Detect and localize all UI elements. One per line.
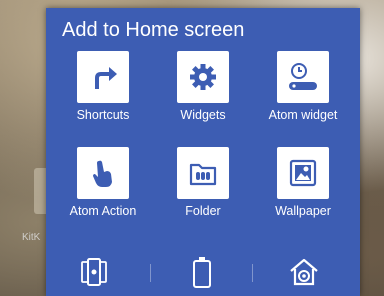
folder-icon [177, 147, 229, 199]
atom-action-option[interactable]: Atom Action [51, 147, 155, 237]
touch-hand-icon [77, 147, 129, 199]
shortcuts-option[interactable]: Shortcuts [51, 51, 155, 141]
action-separator [150, 264, 151, 282]
wallpaper-label: Wallpaper [275, 204, 331, 218]
dialog-title: Add to Home screen [62, 19, 245, 41]
home-settings-icon[interactable] [286, 254, 322, 290]
phone-cards-icon[interactable] [76, 254, 112, 290]
folder-label: Folder [185, 204, 221, 218]
share-arrow-icon [77, 51, 129, 103]
atom-action-label: Atom Action [69, 204, 137, 218]
background-app-label: KitK [22, 232, 41, 243]
add-to-home-dialog: Add to Home screen Shortcuts Widgets Ato… [46, 8, 360, 296]
bottom-action-bar [46, 250, 360, 296]
folder-option[interactable]: Folder [151, 147, 255, 237]
atom-widget-label: Atom widget [268, 108, 338, 122]
wallpaper-option[interactable]: Wallpaper [251, 147, 355, 237]
widgets-label: Widgets [180, 108, 226, 122]
gear-icon [177, 51, 229, 103]
action-separator [252, 264, 253, 282]
widgets-option[interactable]: Widgets [151, 51, 255, 141]
shortcuts-label: Shortcuts [76, 108, 130, 122]
clock-widget-icon [277, 51, 329, 103]
battery-icon[interactable] [184, 254, 220, 290]
atom-widget-option[interactable]: Atom widget [251, 51, 355, 141]
wallpaper-icon [277, 147, 329, 199]
